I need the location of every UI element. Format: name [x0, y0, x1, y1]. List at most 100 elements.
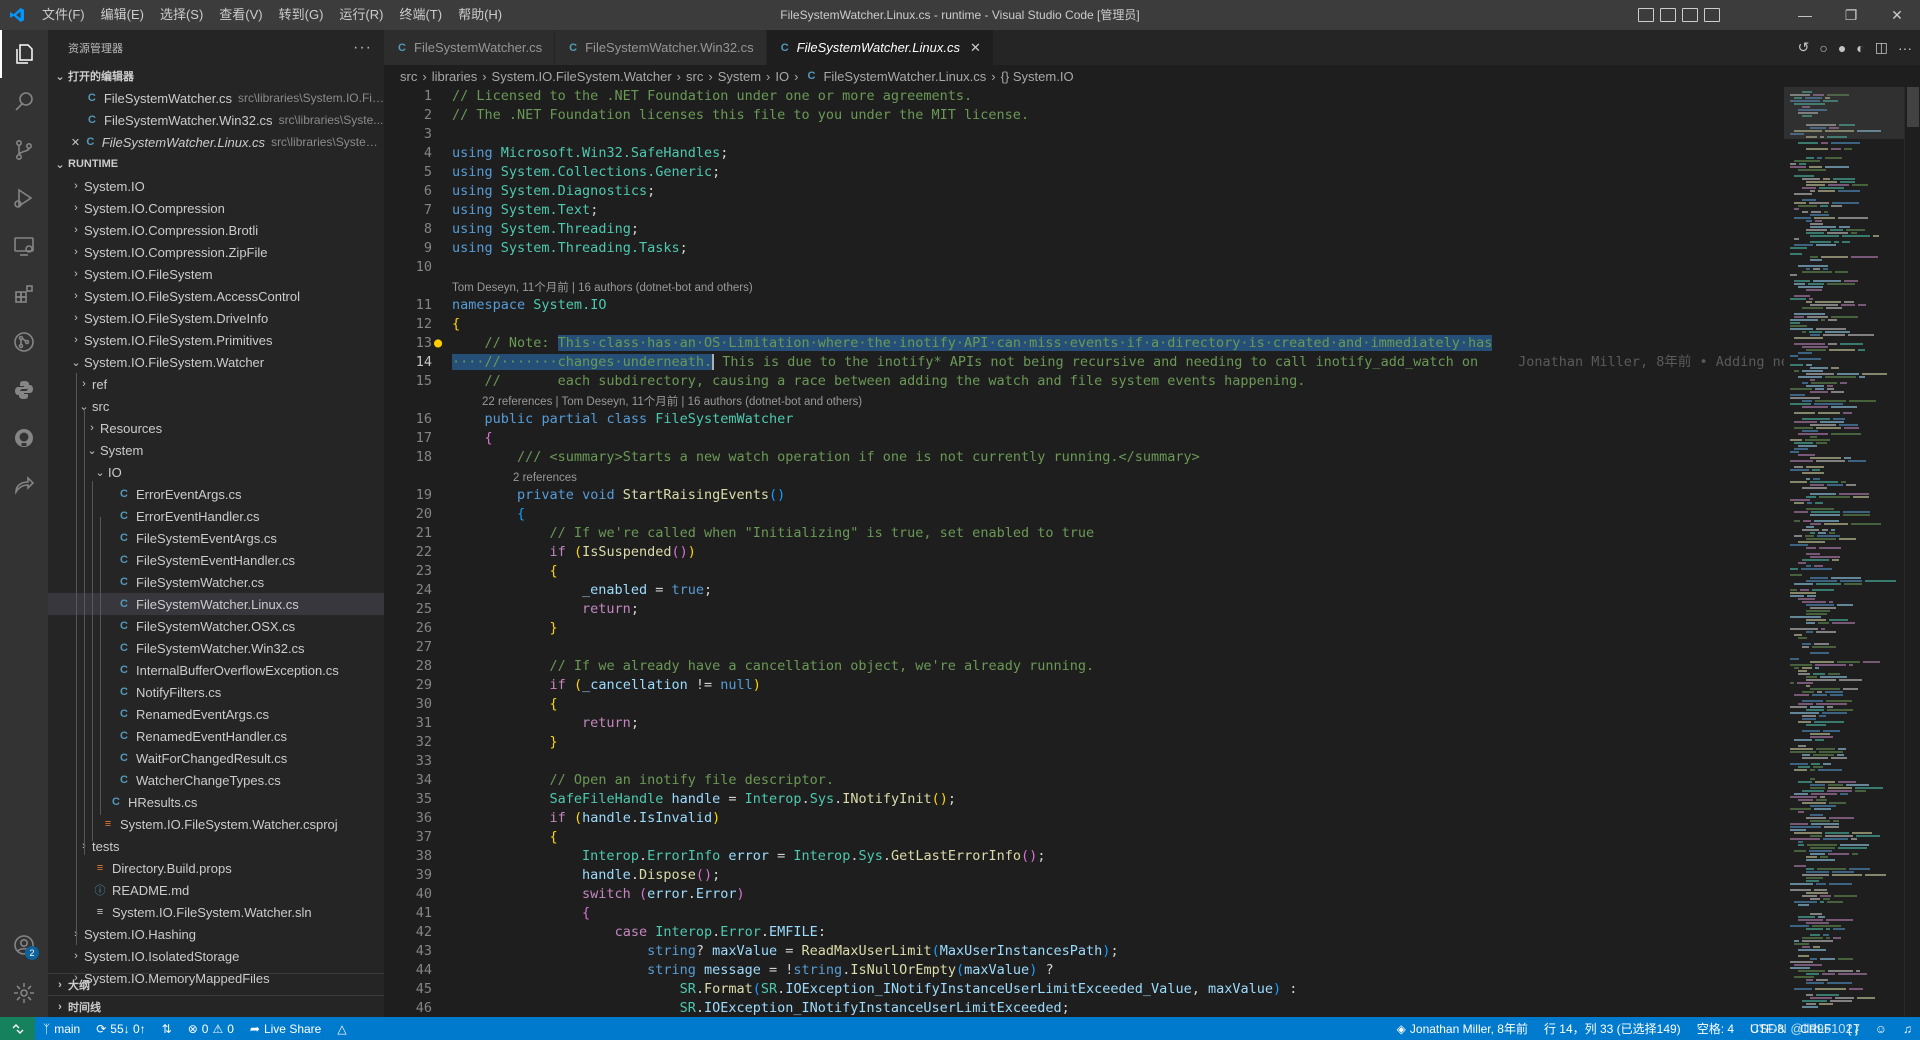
indentation[interactable]: 空格: 4	[1689, 1020, 1742, 1037]
editor-tab[interactable]: C FileSystemWatcher.Win32.cs	[555, 30, 767, 65]
live-share-status[interactable]: ➦ Live Share	[242, 1022, 329, 1036]
tree-folder[interactable]: › System.IO.IsolatedStorage	[48, 945, 384, 967]
editor-tab[interactable]: C FileSystemWatcher.cs	[384, 30, 556, 65]
remote-explorer-icon[interactable]	[0, 222, 48, 270]
codelens-references[interactable]: 22 references | Tom Deseyn, 11个月前 | 16 a…	[482, 394, 862, 410]
open-changes-icon[interactable]: ○	[1819, 40, 1827, 56]
run-debug-icon[interactable]	[0, 174, 48, 222]
python-icon[interactable]	[0, 366, 48, 414]
explorer-icon[interactable]	[0, 30, 48, 78]
open-editor-item[interactable]: C FileSystemWatcher.Win32.cs src\libraries…	[48, 109, 384, 131]
menu-item[interactable]: 运行(R)	[331, 0, 391, 30]
open-editor-item[interactable]: ✕ C FileSystemWatcher.Linux.cs src\librarie…	[48, 131, 384, 153]
menu-item[interactable]: 查看(V)	[211, 0, 270, 30]
menu-item[interactable]: 选择(S)	[152, 0, 211, 30]
menu-item[interactable]: 编辑(E)	[93, 0, 152, 30]
minimap-viewport[interactable]	[1784, 87, 1904, 139]
breadcrumb-item[interactable]: IO	[775, 69, 789, 84]
tree-folder[interactable]: ⌄ src	[48, 395, 384, 417]
github-icon[interactable]	[0, 414, 48, 462]
codelens-references[interactable]: 2 references	[513, 470, 577, 486]
tree-folder[interactable]: › System.IO.Compression	[48, 197, 384, 219]
scrollbar-thumb[interactable]	[1907, 87, 1919, 127]
tree-file[interactable]: ≡ System.IO.FileSystem.Watcher.csproj	[48, 813, 384, 835]
workspace-section-header[interactable]: ⌄ RUNTIME	[48, 153, 384, 175]
branch-publish[interactable]: ⇅	[154, 1022, 180, 1036]
source-control-icon[interactable]	[0, 126, 48, 174]
tree-file[interactable]: C FileSystemWatcher.cs	[48, 571, 384, 593]
tree-folder[interactable]: ⌄ System	[48, 439, 384, 461]
customize-layout-icon[interactable]	[1704, 8, 1720, 22]
tree-folder[interactable]: ›System.IO.Hashing	[48, 923, 384, 945]
open-editors-section-header[interactable]: ⌄ 打开的编辑器	[48, 65, 384, 87]
editor-scrollbar[interactable]	[1904, 87, 1920, 1017]
minimap[interactable]	[1784, 87, 1904, 1017]
breadcrumb-item[interactable]: FileSystemWatcher.Linux.cs	[823, 69, 986, 84]
breadcrumb-item[interactable]: src	[400, 69, 417, 84]
sync-status[interactable]: ⟳ 55↓ 0↑	[88, 1022, 153, 1036]
tree-file[interactable]: C FileSystemEventHandler.cs	[48, 549, 384, 571]
tree-file[interactable]: ⓘ README.md	[48, 879, 384, 901]
codelens-authors[interactable]: Tom Deseyn, 11个月前 | 16 authors (dotnet-b…	[452, 280, 753, 296]
breadcrumb-item[interactable]: System.IO.FileSystem.Watcher	[492, 69, 672, 84]
manage-gear-icon[interactable]	[0, 969, 48, 1017]
breadcrumb-item[interactable]: libraries	[432, 69, 478, 84]
split-editor-icon[interactable]: ◫	[1875, 39, 1888, 56]
tree-folder[interactable]: › System.IO.FileSystem.DriveInfo	[48, 307, 384, 329]
menu-item[interactable]: 转到(G)	[271, 0, 332, 30]
extension-status[interactable]: △	[329, 1022, 354, 1036]
menu-item[interactable]: 文件(F)	[34, 0, 93, 30]
tree-file[interactable]: C FileSystemWatcher.Linux.cs	[48, 593, 384, 615]
tree-file[interactable]: C ErrorEventHandler.cs	[48, 505, 384, 527]
tree-file[interactable]: C ErrorEventArgs.cs	[48, 483, 384, 505]
menu-item[interactable]: 帮助(H)	[450, 0, 510, 30]
menu-item[interactable]: 终端(T)	[391, 0, 450, 30]
notifications-bell-icon[interactable]: ♫	[1895, 1022, 1920, 1036]
restore-button[interactable]: ❐	[1828, 0, 1874, 30]
editor-tab[interactable]: C FileSystemWatcher.Linux.cs ✕	[766, 30, 994, 65]
go-back-icon[interactable]: ↺	[1798, 39, 1810, 56]
close-tab-icon[interactable]: ✕	[970, 40, 981, 56]
tree-file[interactable]: C FileSystemWatcher.Win32.cs	[48, 637, 384, 659]
tree-file[interactable]: C NotifyFilters.cs	[48, 681, 384, 703]
gitlens-icon[interactable]	[0, 318, 48, 366]
search-icon[interactable]	[0, 78, 48, 126]
breadcrumb-item[interactable]: System	[718, 69, 761, 84]
gitlens-inspect-icon[interactable]: ◐	[1856, 40, 1864, 56]
tree-file[interactable]: C HResults.cs	[48, 791, 384, 813]
tree-folder[interactable]: ›tests	[48, 835, 384, 857]
tree-file[interactable]: C InternalBufferOverflowException.cs	[48, 659, 384, 681]
remote-indicator-icon[interactable]	[0, 1017, 35, 1040]
tree-file[interactable]: C RenamedEventArgs.cs	[48, 703, 384, 725]
branch-status[interactable]: ᛉ main	[35, 1022, 88, 1036]
tree-folder[interactable]: › System.IO.FileSystem.Primitives	[48, 329, 384, 351]
close-window-button[interactable]: ✕	[1874, 0, 1920, 30]
tree-folder[interactable]: › System.IO.FileSystem.AccessControl	[48, 285, 384, 307]
more-actions-icon[interactable]: ···	[1898, 40, 1912, 56]
open-editor-item[interactable]: C FileSystemWatcher.cs src\libraries\Syste…	[48, 87, 384, 109]
tree-folder[interactable]: › Resources	[48, 417, 384, 439]
breadcrumb-item[interactable]: {} System.IO	[1001, 69, 1074, 84]
minimize-button[interactable]: —	[1782, 0, 1828, 30]
lightbulb-icon[interactable]: ●	[434, 334, 442, 353]
tree-file[interactable]: C WatcherChangeTypes.cs	[48, 769, 384, 791]
tree-file[interactable]: C FileSystemEventArgs.cs	[48, 527, 384, 549]
tree-folder[interactable]: › System.IO	[48, 175, 384, 197]
tree-file[interactable]: C RenamedEventHandler.cs	[48, 725, 384, 747]
tree-file[interactable]: ≡ System.IO.FileSystem.Watcher.sln	[48, 901, 384, 923]
accounts-icon[interactable]: 2	[0, 921, 48, 969]
problems-status[interactable]: ⊗ 0 ⚠ 0	[180, 1022, 242, 1036]
toggle-panel-icon[interactable]	[1660, 8, 1676, 22]
breadcrumb-item[interactable]: src	[686, 69, 703, 84]
outline-section-header[interactable]: › 大纲	[48, 973, 384, 995]
tree-folder[interactable]: › System.IO.Compression.Brotli	[48, 219, 384, 241]
tree-file[interactable]: ≡ Directory.Build.props	[48, 857, 384, 879]
tree-file[interactable]: C WaitForChangedResult.cs	[48, 747, 384, 769]
code-editor[interactable]: 1 // Licensed to the .NET Foundation unde…	[384, 87, 1784, 1017]
tree-folder[interactable]: ⌄ System.IO.FileSystem.Watcher	[48, 351, 384, 373]
cursor-position[interactable]: 行 14，列 33 (已选择149)	[1536, 1020, 1689, 1037]
compare-icon[interactable]: ●	[1838, 40, 1846, 56]
tree-folder[interactable]: ⌄ IO	[48, 461, 384, 483]
tree-folder[interactable]: › ref	[48, 373, 384, 395]
close-icon[interactable]: ✕	[68, 136, 83, 149]
